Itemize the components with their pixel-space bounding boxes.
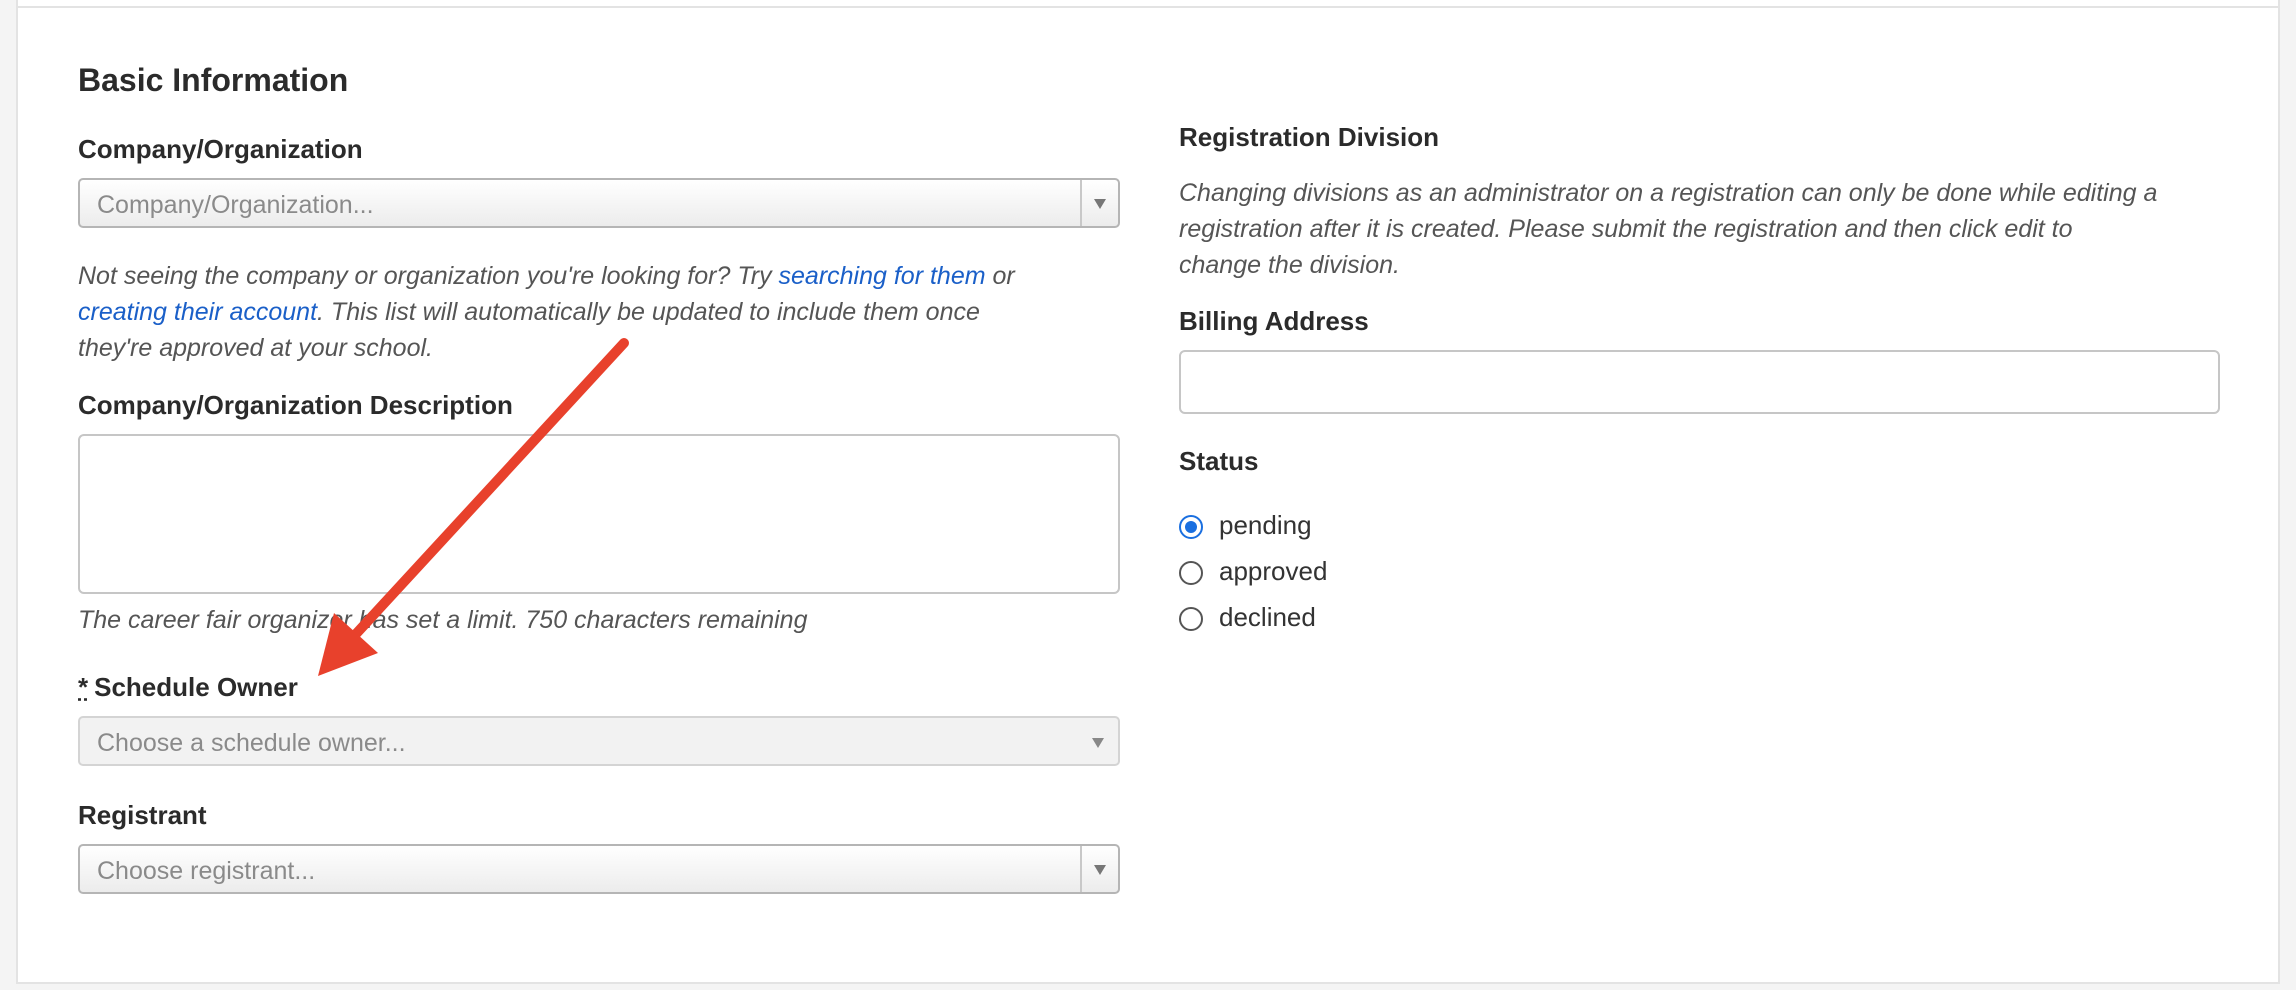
company-select-toggle[interactable] <box>1080 180 1118 226</box>
section-title: Basic Information <box>78 62 349 98</box>
radio-declined[interactable] <box>1179 607 1203 631</box>
create-account-link[interactable]: creating their account <box>78 298 317 326</box>
company-help-suffix: . This list will automatically be update… <box>317 298 980 326</box>
registrant-select[interactable]: Choose registrant... <box>78 844 1120 894</box>
radio-approved[interactable] <box>1179 561 1203 585</box>
status-option-label: approved <box>1219 556 1328 586</box>
company-help-mid: or <box>985 262 1015 290</box>
schedule-owner-label-text: Schedule Owner <box>94 672 298 702</box>
registrant-placeholder: Choose registrant... <box>97 857 316 885</box>
radio-pending[interactable] <box>1179 515 1203 539</box>
description-limit-text: The career fair organizer has set a limi… <box>78 606 808 634</box>
company-help-line3: they're approved at your school. <box>78 334 433 362</box>
company-select[interactable]: Company/Organization... <box>78 178 1120 228</box>
description-textarea[interactable] <box>78 434 1120 594</box>
chevron-down-icon <box>1094 199 1106 209</box>
registration-division-label: Registration Division <box>1179 122 1440 152</box>
company-help-text: Not seeing the company or organization y… <box>78 258 1128 366</box>
division-help-line3: change the division. <box>1179 251 1400 279</box>
company-select-placeholder: Company/Organization... <box>97 191 374 219</box>
company-help-prefix: Not seeing the company or organization y… <box>78 262 779 290</box>
required-marker: * <box>78 672 89 702</box>
status-option-label: pending <box>1219 510 1312 540</box>
chevron-down-icon <box>1092 738 1104 748</box>
chevron-down-icon <box>1094 865 1106 875</box>
schedule-owner-select[interactable]: Choose a schedule owner... <box>78 716 1120 766</box>
search-companies-link[interactable]: searching for them <box>779 262 986 290</box>
registrant-select-toggle[interactable] <box>1080 846 1118 892</box>
schedule-owner-placeholder: Choose a schedule owner... <box>97 729 406 757</box>
schedule-owner-label: * Schedule Owner <box>78 672 298 703</box>
status-option-label: declined <box>1219 602 1316 632</box>
registration-division-help: Changing divisions as an administrator o… <box>1179 175 2289 283</box>
billing-address-label: Billing Address <box>1179 306 1369 336</box>
company-label: Company/Organization <box>78 134 363 164</box>
status-label: Status <box>1179 446 1259 476</box>
registrant-label: Registrant <box>78 800 207 830</box>
division-help-line1: Changing divisions as an administrator o… <box>1179 179 2158 207</box>
description-label: Company/Organization Description <box>78 390 513 420</box>
division-help-line2: registration after it is created. Please… <box>1179 215 2073 243</box>
billing-address-input[interactable] <box>1179 350 2220 414</box>
